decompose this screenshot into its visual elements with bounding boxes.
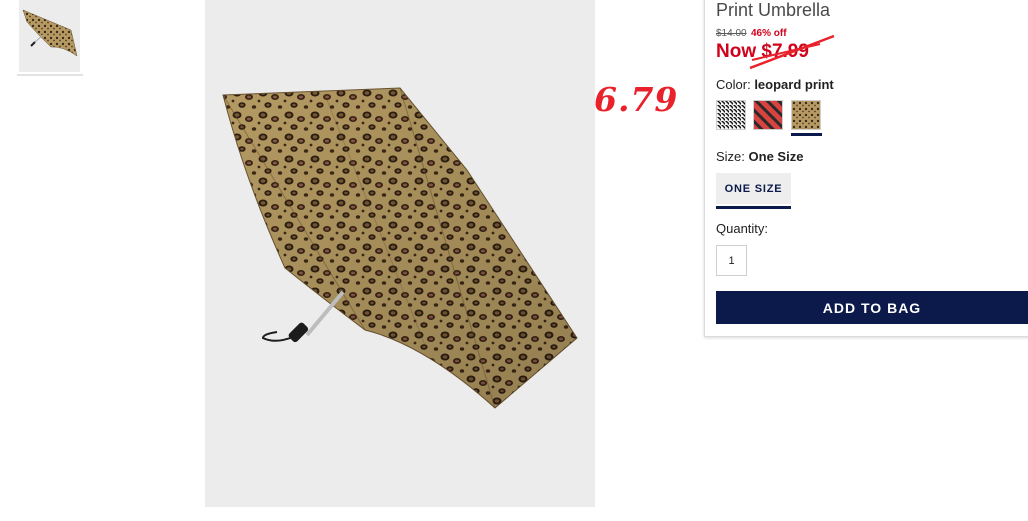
thumbnail-strip — [17, 0, 83, 76]
size-label-text: Size: — [716, 149, 745, 164]
price-strike-mark — [749, 34, 835, 70]
selected-size-value: One Size — [748, 149, 804, 164]
houndstooth-swatch-icon — [717, 101, 745, 129]
umbrella-product-image — [222, 87, 578, 409]
selected-size-indicator — [716, 206, 791, 209]
size-option-button[interactable]: ONE SIZE — [716, 173, 791, 204]
color-label-text: Color: — [716, 77, 751, 92]
thumbnail-divider — [17, 74, 83, 76]
color-label: Color: leopard print — [716, 77, 834, 92]
swatch-houndstooth[interactable] — [716, 100, 746, 130]
stripe-swatch-icon — [754, 101, 782, 129]
leopard-swatch-icon — [792, 101, 820, 129]
selected-color-value: leopard print — [754, 77, 834, 92]
selected-swatch-indicator — [791, 133, 822, 136]
product-title: Print Umbrella — [716, 0, 831, 20]
umbrella-thumbnail-icon — [22, 9, 78, 57]
add-to-bag-button[interactable]: ADD TO BAG — [716, 291, 1028, 324]
swatch-red-stripe[interactable] — [753, 100, 783, 130]
price-annotation: 6.79 — [594, 80, 679, 119]
product-thumbnail[interactable] — [19, 0, 80, 72]
main-product-image — [205, 0, 595, 507]
quantity-label: Quantity: — [716, 221, 769, 236]
original-price: $14.00 — [716, 28, 747, 39]
quantity-input[interactable]: 1 — [716, 245, 747, 276]
size-label: Size: One Size — [716, 149, 803, 164]
swatch-leopard-print[interactable] — [791, 100, 821, 130]
